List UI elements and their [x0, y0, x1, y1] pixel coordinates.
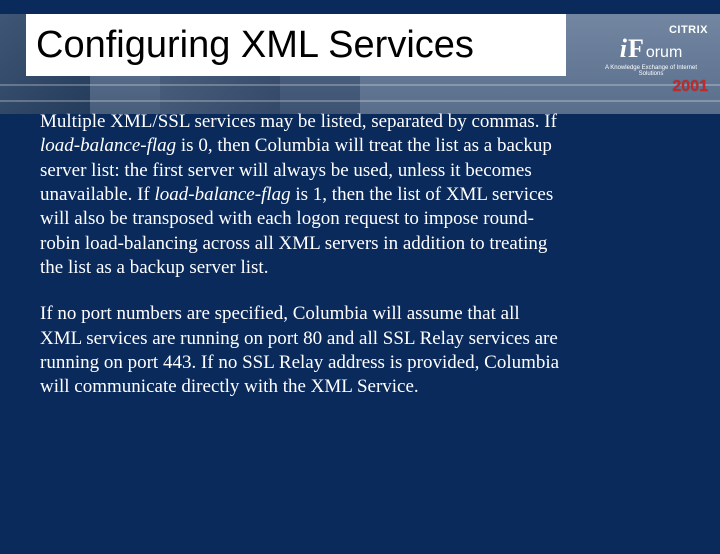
- logo-year: 2001: [592, 78, 708, 96]
- forum-wordmark: i F orum: [592, 34, 710, 64]
- paragraph-2: If no port numbers are specified, Columb…: [40, 302, 560, 399]
- title-bar: Configuring XML Services: [26, 14, 566, 76]
- event-logo: CITRIX i F orum A Knowledge Exchange of …: [592, 24, 710, 96]
- paragraph-1: Multiple XML/SSL services may be listed,…: [40, 110, 560, 280]
- slide-body: Multiple XML/SSL services may be listed,…: [40, 110, 680, 399]
- logo-tagline: A Knowledge Exchange of Internet Solutio…: [592, 65, 710, 78]
- slide-title: Configuring XML Services: [36, 24, 474, 67]
